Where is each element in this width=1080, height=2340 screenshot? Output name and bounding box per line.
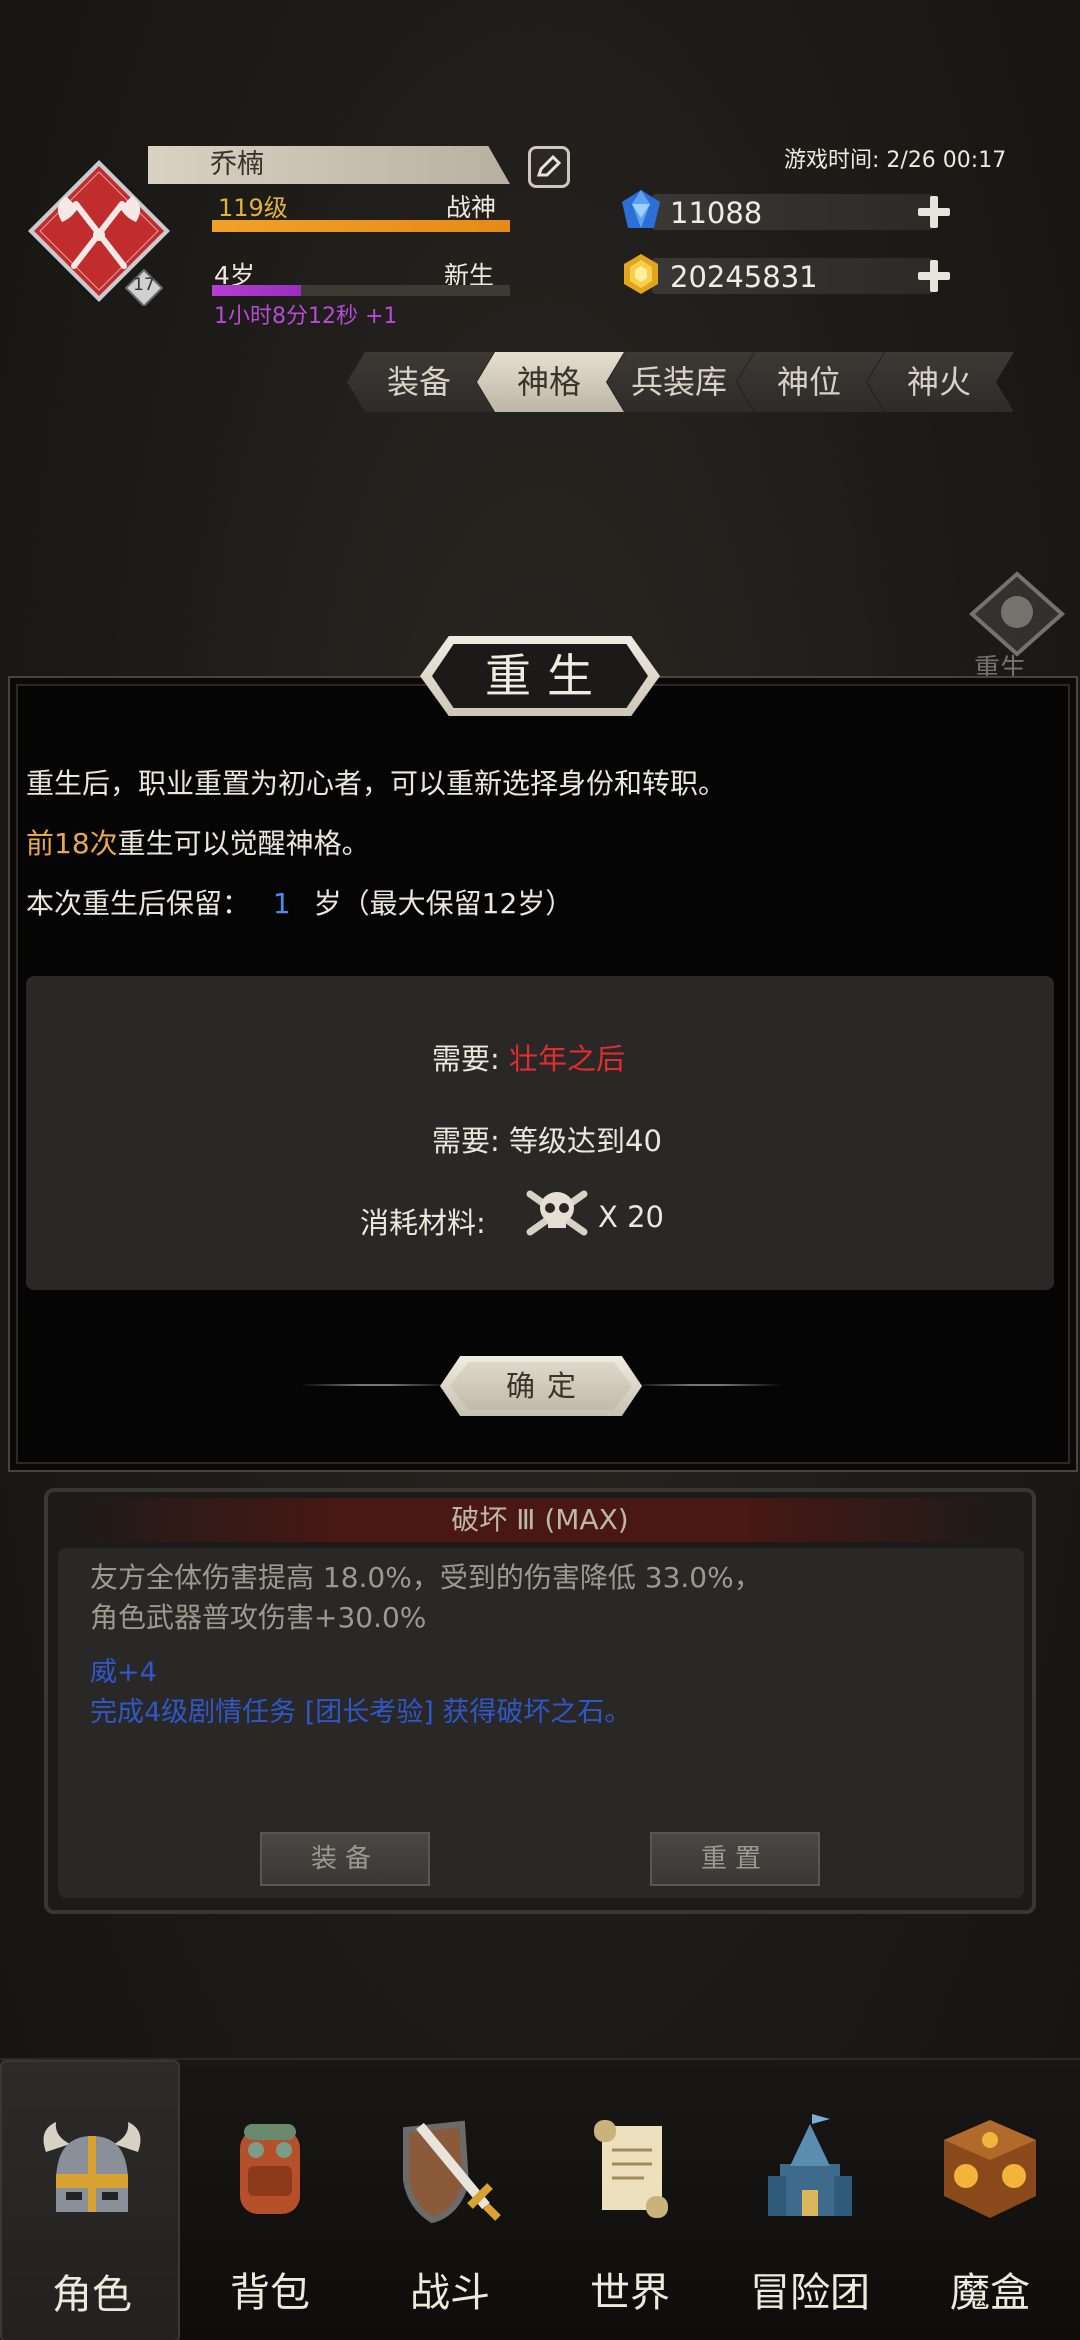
rebirth-desc-1: 重生后，职业重置为初心者，可以重新选择身份和转职。 [26,767,727,800]
gold-coin-icon [624,254,658,294]
requirement-level: 需要: 等级达到40 [432,1118,662,1160]
keep-age-prefix: 本次重生后保留： [26,887,251,920]
keep-age-value: 1 [272,887,291,920]
nav-world-label: 世界 [590,2270,670,2316]
requirement-label: 需要: [432,1124,500,1158]
rebirth-desc-2-rest: 重生可以觉醒神格。 [117,827,370,860]
scroll-map-icon [594,2120,668,2218]
skill-unlock-condition: 完成4级剧情任务 [团长考验] 获得破坏之石。 [90,1697,632,1728]
tab-divine-rank[interactable]: 神位 [737,352,884,412]
nav-backpack-label: 背包 [230,2270,310,2316]
level-bar [212,220,510,232]
gem-count: 11088 [670,196,763,230]
skull-material-icon [524,1184,590,1240]
rebirth-side-button[interactable]: 重生 [962,568,1072,684]
badge-level: 17 [133,275,155,295]
equip-skill-button[interactable]: 装备 [260,1832,430,1886]
gem-resource: 11088 [620,188,950,234]
skill-desc-line-1: 友方全体伤害提高 18.0%，受到的伤害降低 33.0%， [90,1561,762,1594]
game-time: 游戏时间: 2/26 00:17 [784,148,1007,173]
bottom-nav: 角色 背包 战斗 世界 冒险团 魔盒 [0,2058,1080,2340]
skill-desc-line-2: 角色武器普攻伤害+30.0% [90,1601,427,1634]
rebirth-desc-2: 前18次重生可以觉醒神格。 [26,822,370,862]
tab-bar: 装备 神格 兵装库 神位 神火 [344,352,1044,412]
material-label: 消耗材料: [360,1206,486,1240]
confirm-divider-left [300,1384,450,1386]
rebirth-keep-age: 本次重生后保留： 1 岁（最大保留12岁） [26,882,573,922]
rebirth-count-highlight: 前18次 [26,827,118,860]
tab-armory[interactable]: 兵装库 [607,352,754,412]
gold-resource: 20245831 [620,252,950,298]
nav-magic-box-label: 魔盒 [950,2270,1030,2316]
nav-battle[interactable]: 战斗 [360,2060,540,2340]
tab-godhood[interactable]: 神格 [477,352,624,412]
keep-age-suffix: 岁（最大保留12岁） [313,887,574,920]
class-name: 战神 [446,193,497,222]
edit-name-button[interactable] [528,146,570,188]
backpack-icon [240,2124,300,2214]
gold-count: 20245831 [670,260,818,294]
nav-world[interactable]: 世界 [540,2060,720,2340]
requirement-stage: 需要: 壮年之后 [432,1036,625,1078]
nav-guild[interactable]: 冒险团 [720,2060,900,2340]
nav-character[interactable]: 角色 [0,2060,180,2340]
level-bar-fill [212,220,510,232]
age-bar [212,285,510,296]
add-gold-button[interactable] [916,258,952,294]
player-name: 乔楠 [148,146,510,184]
confirm-button[interactable]: 确定 [450,1362,632,1410]
skill-title: 破坏 Ⅲ (MAX) [66,1498,1014,1542]
nav-battle-label: 战斗 [410,2270,490,2316]
level-text: 119级 [218,194,288,222]
reset-skill-button[interactable]: 重置 [650,1832,820,1886]
sword-shield-icon [403,2120,501,2224]
add-gems-button[interactable] [916,194,952,230]
nav-character-label: 角色 [52,2272,132,2318]
dialog-title: 重生 [432,644,648,708]
castle-icon [768,2114,852,2216]
skill-description: 友方全体伤害提高 18.0%，受到的伤害降低 33.0%， 角色武器普攻伤害+3… [90,1558,990,1638]
requirement-label: 需要: [432,1042,500,1076]
pencil-icon [536,154,562,177]
magic-box-icon [944,2120,1036,2218]
nav-magic-box[interactable]: 魔盒 [900,2060,1080,2340]
confirm-divider-right [632,1384,782,1386]
age-timer: 1小时8分12秒 +1 [214,304,398,329]
requirement-stage-value: 壮年之后 [509,1042,626,1076]
tab-divine-fire[interactable]: 神火 [867,352,1014,412]
nav-guild-label: 冒险团 [750,2270,870,2316]
requirement-level-value: 等级达到40 [509,1124,662,1158]
nav-backpack[interactable]: 背包 [180,2060,360,2340]
material-count: X 20 [598,1200,664,1234]
skill-bonus: 威+4 [90,1657,157,1688]
tab-equipment[interactable]: 装备 [347,352,494,412]
age-bar-fill [212,285,302,296]
blue-gem-icon [622,190,660,228]
helmet-icon [43,2122,141,2212]
